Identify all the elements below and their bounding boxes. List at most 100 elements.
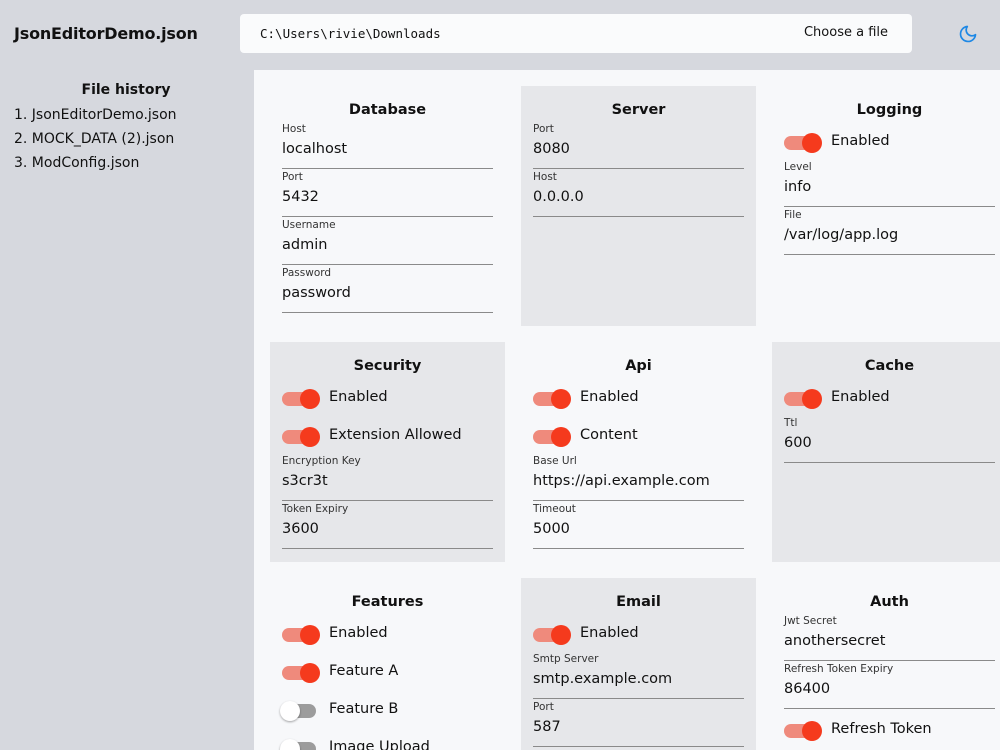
history-item[interactable]: 1. JsonEditorDemo.json [14,106,177,130]
field-label: Encryption Key [282,455,361,467]
field-label: Username [282,219,336,231]
file-history-list: 1. JsonEditorDemo.json 2. MOCK_DATA (2).… [14,106,177,178]
field-label: Base Url [533,455,577,467]
file-path-bar[interactable]: C:\Users\rivie\Downloads Choose a file [240,14,912,53]
history-item[interactable]: 2. MOCK_DATA (2).json [14,130,177,154]
field-label: File [784,209,802,221]
logging-file-field[interactable]: File /var/log/app.log [784,209,995,255]
card-title: Email [616,594,661,610]
field-label: Smtp Server [533,653,599,665]
field-value: s3cr3t [282,473,328,489]
field-label: Port [282,171,303,183]
card-security: Security Enabled Extension Allowed Encry… [270,342,505,562]
field-value: info [784,179,812,195]
toggle-switch[interactable] [282,388,320,409]
toggle-switch[interactable] [784,388,822,409]
toggle-label: Enabled [329,389,388,405]
auth-refresh-expiry-field[interactable]: Refresh Token Expiry 86400 [784,663,995,709]
toggle-label: Feature B [329,701,399,717]
toggle-switch[interactable] [784,132,822,153]
toggle-label: Extension Allowed [329,427,462,443]
card-title: Logging [856,102,923,118]
field-value: localhost [282,141,348,157]
logging-level-field[interactable]: Level info [784,161,995,207]
field-label: Host [282,123,306,135]
field-label: Port [533,701,554,713]
database-port-field[interactable]: Port 5432 [282,171,493,217]
card-cache: Cache Enabled Ttl 600 [772,342,1000,562]
field-value: admin [282,237,328,253]
database-host-field[interactable]: Host localhost [282,123,493,169]
card-server: Server Port 8080 Host 0.0.0.0 [521,86,756,326]
field-label: Token Expiry [282,503,349,515]
card-email: Email Enabled Smtp Server smtp.example.c… [521,578,756,750]
toggle-label: Feature A [329,663,399,679]
server-host-field[interactable]: Host 0.0.0.0 [533,171,744,217]
toggle-switch[interactable] [280,738,320,750]
toggle-label: Image Upload [329,739,430,750]
card-title: Auth [870,594,909,610]
toggle-label: Enabled [580,625,639,641]
toggle-switch[interactable] [533,624,571,645]
email-port-field[interactable]: Port 587 [533,701,744,747]
field-value: 0.0.0.0 [533,189,584,205]
field-value: 5000 [533,521,570,537]
card-api: Api Enabled Content Base Url https://api… [521,342,756,562]
field-value: password [282,285,351,301]
choose-file-button[interactable]: Choose a file [804,25,888,40]
security-expiry-field[interactable]: Token Expiry 3600 [282,503,493,549]
field-value: 5432 [282,189,319,205]
email-smtp-field[interactable]: Smtp Server smtp.example.com [533,653,744,699]
field-value: 8080 [533,141,570,157]
card-title: Cache [864,358,915,374]
field-value: 86400 [784,681,831,697]
field-value: anothersecret [784,633,886,649]
card-database: Database Host localhost Port 5432 Userna… [270,86,505,326]
card-auth: Auth Jwt Secret anothersecret Refresh To… [772,578,1000,750]
toggle-switch[interactable] [533,388,571,409]
toggle-switch[interactable] [280,700,320,721]
toggle-label: Enabled [831,133,890,149]
card-title: Features [351,594,424,610]
field-value: 587 [533,719,561,735]
field-value: https://api.example.com [533,473,710,489]
card-title: Server [611,102,666,118]
field-label: Jwt Secret [784,615,837,627]
card-title: Api [625,358,652,374]
field-value: smtp.example.com [533,671,673,687]
theme-toggle-button[interactable] [958,24,978,44]
cache-ttl-field[interactable]: Ttl 600 [784,417,995,463]
database-password-field[interactable]: Password password [282,267,493,313]
toggle-label: Enabled [580,389,639,405]
api-timeout-field[interactable]: Timeout 5000 [533,503,744,549]
field-label: Refresh Token Expiry [784,663,894,675]
file-path-text: C:\Users\rivie\Downloads [260,26,441,41]
card-title: Security [353,358,422,374]
toggle-label: Enabled [329,625,388,641]
field-label: Host [533,171,557,183]
toggle-switch[interactable] [533,426,571,447]
toggle-switch[interactable] [282,426,320,447]
toggle-switch[interactable] [282,662,320,683]
card-logging: Logging Enabled Level info File /var/log… [772,86,1000,326]
field-label: Port [533,123,554,135]
api-base-url-field[interactable]: Base Url https://api.example.com [533,455,744,501]
security-key-field[interactable]: Encryption Key s3cr3t [282,455,493,501]
field-label: Ttl [784,417,798,429]
card-title: Database [348,102,427,118]
database-username-field[interactable]: Username admin [282,219,493,265]
field-value: /var/log/app.log [784,227,899,243]
moon-icon [959,25,977,43]
toggle-switch[interactable] [784,720,822,741]
toggle-switch[interactable] [282,624,320,645]
field-label: Password [282,267,332,279]
card-features: Features Enabled Feature A Feature B Ima… [270,578,505,750]
history-item[interactable]: 3. ModConfig.json [14,154,177,178]
field-value: 3600 [282,521,319,537]
field-label: Level [784,161,812,173]
field-label: Timeout [533,503,576,515]
field-value: 600 [784,435,812,451]
server-port-field[interactable]: Port 8080 [533,123,744,169]
auth-jwt-field[interactable]: Jwt Secret anothersecret [784,615,995,661]
toggle-label: Refresh Token [831,721,932,737]
